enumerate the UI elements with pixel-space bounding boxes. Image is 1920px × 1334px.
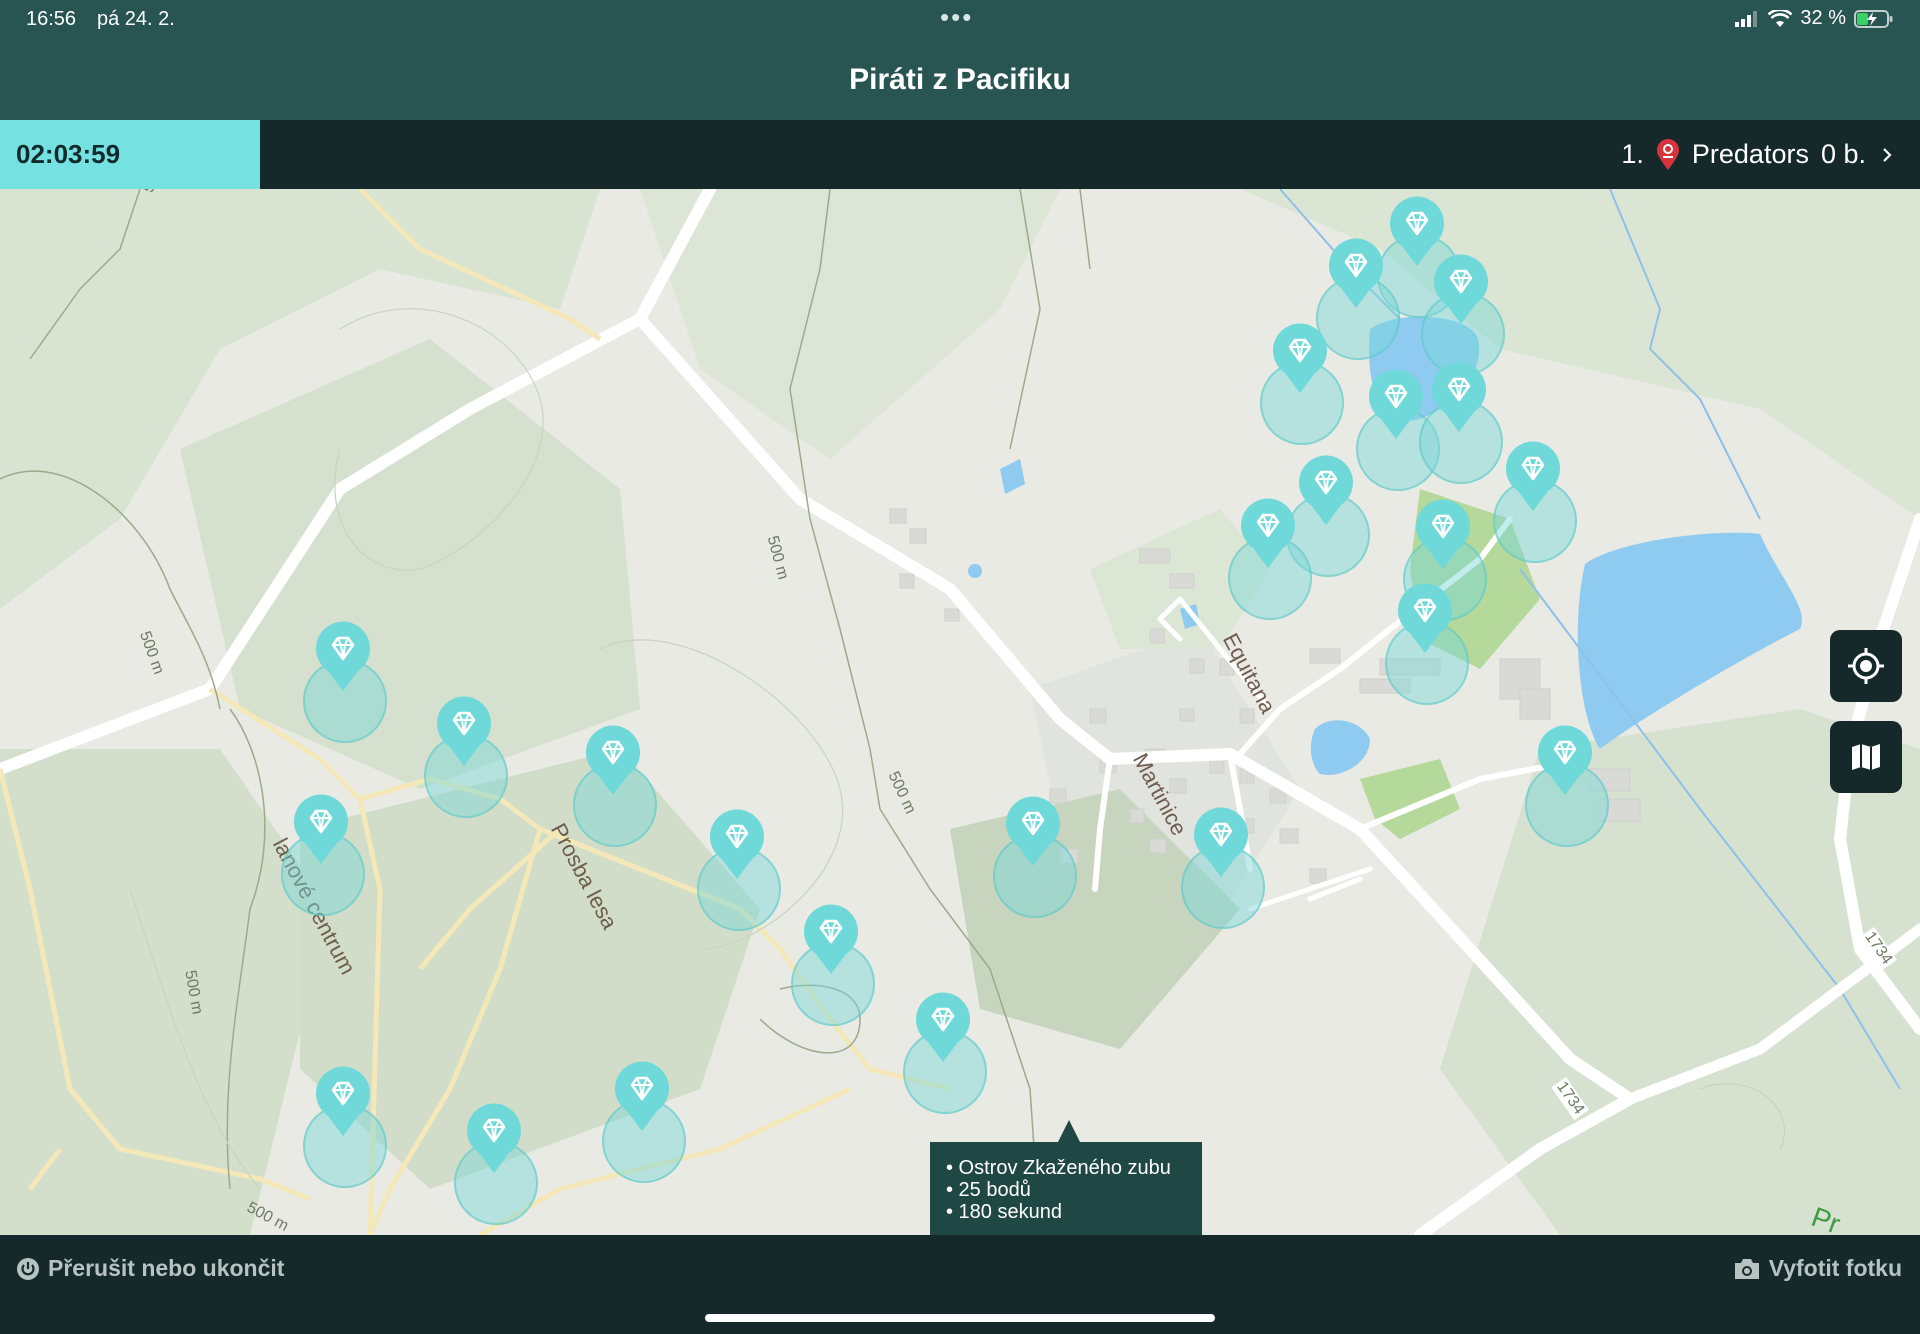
diamond-icon [1329, 238, 1383, 308]
diamond-icon [1273, 323, 1327, 393]
checkpoint-marker[interactable] [1385, 583, 1469, 705]
game-timer: 02:03:59 [0, 120, 260, 189]
locate-icon [1848, 648, 1884, 684]
diamond-icon [804, 904, 858, 974]
checkpoint-marker[interactable] [903, 992, 987, 1114]
diamond-icon [615, 1061, 669, 1131]
checkpoint-marker[interactable] [1181, 807, 1265, 929]
checkpoint-marker[interactable] [993, 796, 1077, 918]
diamond-icon [1006, 796, 1060, 866]
checkpoint-marker[interactable] [602, 1061, 686, 1183]
diamond-icon [1299, 455, 1353, 525]
diamond-icon [467, 1103, 521, 1173]
status-right: 32 % [1734, 7, 1894, 30]
checkpoint-marker[interactable] [1356, 369, 1440, 491]
checkpoint-marker[interactable] [1316, 238, 1400, 360]
diamond-icon [1194, 807, 1248, 877]
diamond-icon [916, 992, 970, 1062]
chevron-right-icon [1883, 147, 1892, 162]
battery-icon [1854, 9, 1893, 28]
wifi-icon [1768, 9, 1793, 27]
checkpoint-marker[interactable] [791, 904, 875, 1026]
diamond-icon [1369, 369, 1423, 439]
tooltip-line: • Ostrov Zkaženého zubu [946, 1157, 1171, 1179]
team-rank: 1. [1621, 139, 1644, 169]
diamond-icon [1434, 254, 1488, 324]
game-info-bar: 02:03:59 1. Predators 0 b. [0, 120, 1920, 189]
power-icon [17, 1257, 39, 1280]
take-photo-button[interactable]: Vyfotit fotku [1733, 1255, 1902, 1282]
status-bar: 16:56 pá 24. 2. ••• 32 % [0, 0, 1920, 40]
diamond-icon [1398, 583, 1452, 653]
checkpoint-tooltip[interactable]: • Ostrov Zkaženého zubu • 25 bodů • 180 … [930, 1120, 1202, 1235]
diamond-icon [1241, 498, 1295, 568]
diamond-icon [316, 621, 370, 691]
team-name: Predators [1691, 139, 1809, 169]
app-header: Piráti z Pacifiku [0, 40, 1920, 120]
map-icon [1852, 744, 1880, 770]
diamond-icon [1538, 725, 1592, 795]
tooltip-line: • 25 bodů [946, 1179, 1031, 1201]
checkpoint-marker[interactable] [281, 794, 365, 916]
diamond-icon [1432, 362, 1486, 432]
stop-game-button[interactable]: Přerušit nebo ukončit [16, 1255, 284, 1282]
diamond-icon [1506, 441, 1560, 511]
diamond-icon [294, 794, 348, 864]
diamond-icon [316, 1066, 370, 1136]
locate-button[interactable] [1830, 630, 1902, 702]
bottom-bar: Přerušit nebo ukončit Vyfotit fotku [0, 1235, 1920, 1334]
signal-icon [1735, 10, 1758, 27]
checkpoint-marker[interactable] [424, 696, 508, 818]
checkpoint-marker[interactable] [454, 1103, 538, 1225]
checkpoint-marker[interactable] [573, 725, 657, 847]
battery-percent: 32 % [1800, 7, 1846, 29]
status-time: 16:56 [26, 8, 77, 30]
diamond-icon [586, 725, 640, 795]
checkpoint-marker[interactable] [1403, 499, 1487, 621]
team-score: 0 b. [1820, 139, 1866, 169]
leaderboard-button[interactable]: 1. Predators 0 b. [1621, 120, 1896, 189]
checkpoint-marker[interactable] [1286, 455, 1370, 577]
diamond-icon [710, 809, 764, 879]
checkpoint-marker[interactable] [303, 621, 387, 743]
stop-game-label: Přerušit nebo ukončit [48, 1255, 285, 1281]
diamond-icon [437, 696, 491, 766]
map-layers-button[interactable] [1830, 721, 1902, 793]
checkpoint-marker[interactable] [1525, 725, 1609, 847]
diamond-icon [1416, 499, 1470, 569]
home-indicator[interactable] [705, 1314, 1215, 1322]
page-title: Piráti z Pacifiku [849, 63, 1071, 96]
checkpoint-marker[interactable] [697, 809, 781, 931]
checkpoint-marker[interactable] [1419, 362, 1503, 484]
checkpoint-marker[interactable] [303, 1066, 387, 1188]
multitask-dots[interactable]: ••• [940, 2, 973, 33]
game-map[interactable]: Martinice Equitana Prosba lesa lanové ce… [0, 189, 1920, 1235]
checkpoint-marker[interactable] [1260, 323, 1344, 445]
tooltip-line: • 180 sekund [946, 1201, 1062, 1223]
team-pin-icon [1656, 138, 1679, 170]
checkpoint-marker[interactable] [1421, 254, 1505, 376]
checkpoint-marker[interactable] [1228, 498, 1312, 620]
status-date: pá 24. 2. [97, 8, 175, 30]
camera-icon [1734, 1258, 1759, 1279]
take-photo-label: Vyfotit fotku [1768, 1255, 1902, 1281]
checkpoint-marker[interactable] [1493, 441, 1577, 563]
